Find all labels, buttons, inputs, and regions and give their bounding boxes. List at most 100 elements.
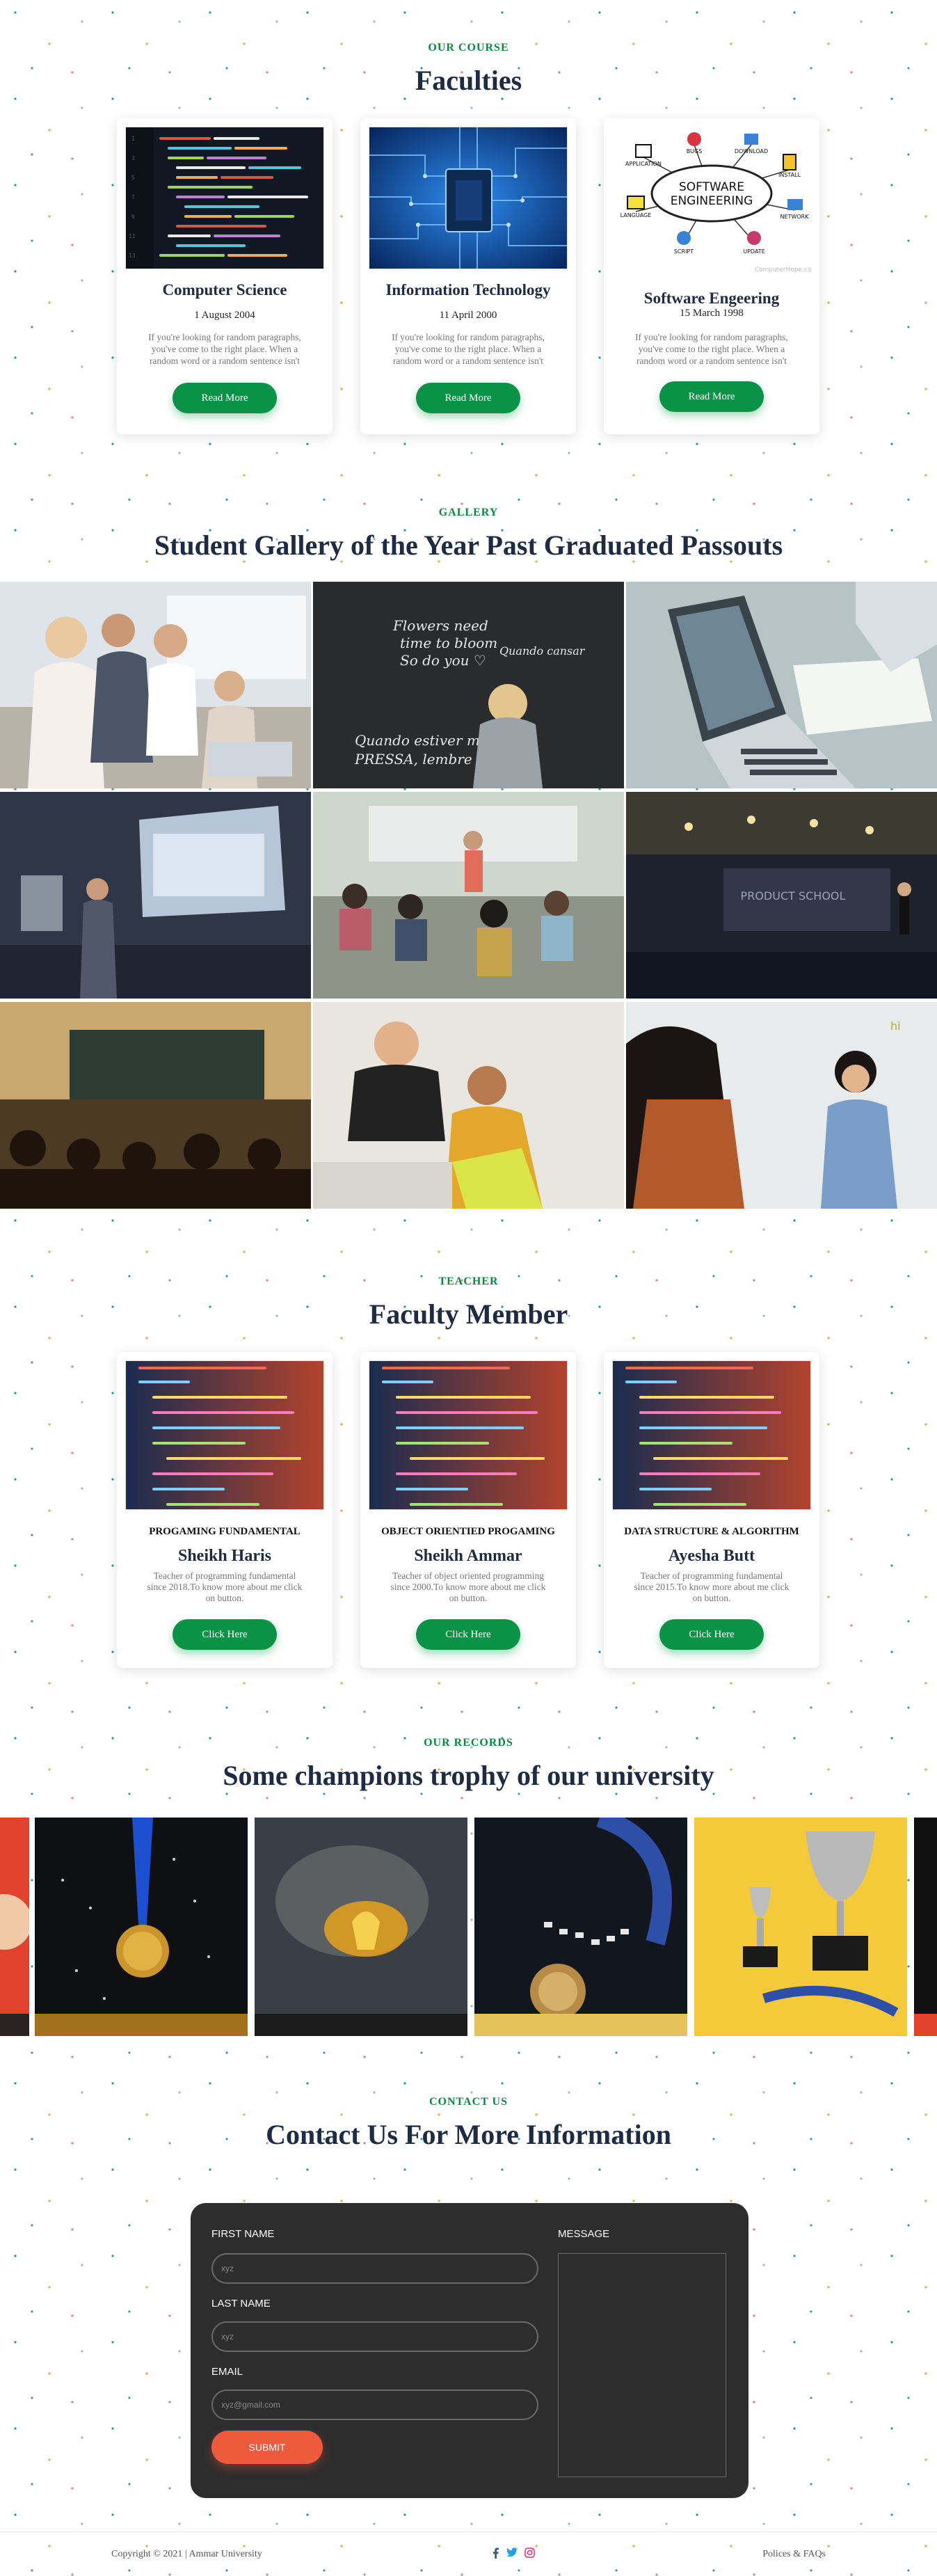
faculty-name: Software Engeering <box>643 289 780 307</box>
records-title: Some champions trophy of our university <box>223 1760 714 1791</box>
code-screen-image <box>369 1360 568 1510</box>
gallery-photo-students-laptop[interactable] <box>313 1002 624 1209</box>
trophy-carousel[interactable] <box>0 1818 937 2036</box>
gallery-photo-stage-event[interactable]: PRODUCT SCHOOL <box>626 792 937 999</box>
teachers-title: Faculty Member <box>369 1298 568 1330</box>
svg-text:3: 3 <box>131 155 135 161</box>
gallery-grid: Flowers need time to bloom So do you ♡ Q… <box>0 582 937 1211</box>
teacher-name: Sheikh Ammar <box>414 1547 522 1565</box>
svg-text:NETWORK: NETWORK <box>780 214 810 220</box>
se-center-line1: SOFTWARE <box>679 180 744 194</box>
gallery-photo-whiteboard[interactable]: hi <box>626 1002 937 1209</box>
facebook-icon[interactable] <box>491 2547 499 2562</box>
faculty-card-software-engineering: SOFTWARE ENGINEERING APPLICATION BUGS DO… <box>604 118 819 434</box>
faculties-title: Faculties <box>415 65 522 96</box>
read-more-button[interactable]: Read More <box>659 381 764 412</box>
click-here-button[interactable]: Click Here <box>416 1619 520 1650</box>
faculty-date: 15 March 1998 <box>680 308 744 319</box>
teacher-card: DATA STRUCTURE & ALGORITHM Ayesha Butt T… <box>604 1352 819 1668</box>
social-links <box>491 2547 535 2562</box>
gallery-photo-classroom[interactable] <box>313 792 624 999</box>
svg-text:LANGUAGE: LANGUAGE <box>620 212 652 218</box>
svg-text:11: 11 <box>129 233 136 239</box>
click-here-button[interactable]: Click Here <box>659 1619 764 1650</box>
message-field[interactable] <box>558 2253 726 2477</box>
teacher-subject: PROGAMING FUNDAMENTAL <box>149 1526 301 1537</box>
last-name-label: LAST NAME <box>211 2298 271 2309</box>
instagram-icon[interactable] <box>524 2547 535 2562</box>
faculty-date: 1 August 2004 <box>194 310 255 321</box>
svg-text:time to bloom: time to bloom <box>400 635 497 651</box>
gallery-photo-lecture-hall[interactable] <box>0 1002 311 1209</box>
teachers-section: TEACHER Faculty Member PROGAMING FUNDAME… <box>0 1275 937 1668</box>
teacher-description: Teacher of object oriented programming s… <box>390 1571 546 1603</box>
svg-text:hi: hi <box>890 1019 901 1033</box>
gallery-photo-team-meeting[interactable] <box>0 582 311 788</box>
records-eyebrow: OUR RECORDS <box>424 1737 513 1749</box>
footer: Copyright © 2021 | Ammar University Poli… <box>0 2531 937 2576</box>
watermark: ComputerHope.com <box>755 267 811 273</box>
faculty-card-information-technology: Information Technology 11 April 2000 If … <box>360 118 576 434</box>
trophy-slide-gold-medal[interactable] <box>35 1818 248 2036</box>
click-here-button[interactable]: Click Here <box>173 1619 277 1650</box>
faculty-date: 11 April 2000 <box>439 310 497 321</box>
faculty-name: Information Technology <box>385 281 551 299</box>
circuit-board-image <box>369 127 568 269</box>
teacher-card: PROGAMING FUNDAMENTAL Sheikh Haris Teach… <box>117 1352 333 1668</box>
faculty-description: If you're looking for random paragraphs,… <box>635 332 788 366</box>
svg-text:UPDATE: UPDATE <box>743 248 765 255</box>
teacher-subject: DATA STRUCTURE & ALGORITHM <box>624 1526 799 1537</box>
software-engineering-diagram: SOFTWARE ENGINEERING APPLICATION BUGS DO… <box>612 124 811 277</box>
twitter-icon[interactable] <box>506 2547 518 2562</box>
contact-title: Contact Us For More Information <box>266 2119 671 2150</box>
se-center-line2: ENGINEERING <box>671 194 753 208</box>
svg-text:DOWNLOAD: DOWNLOAD <box>735 148 768 154</box>
svg-text:APPLICATION: APPLICATION <box>625 161 662 167</box>
svg-text:9: 9 <box>131 214 135 220</box>
teacher-name: Sheikh Haris <box>177 1547 272 1565</box>
stage-sign: PRODUCT SCHOOL <box>741 889 846 903</box>
trophy-slide-gold-cup[interactable] <box>694 1818 907 2036</box>
trophy-slide[interactable] <box>914 1818 937 2036</box>
read-more-button[interactable]: Read More <box>173 383 277 413</box>
code-screen-image: 1 3 5 7 9 11 13 <box>125 127 324 269</box>
contact-eyebrow: CONTACT US <box>429 2096 508 2108</box>
svg-text:BUGS: BUGS <box>687 148 703 154</box>
gallery-section: GALLERY Student Gallery of the Year Past… <box>0 507 937 1209</box>
first-name-label: FIRST NAME <box>211 2228 275 2240</box>
gallery-photo-chalkboard[interactable]: Flowers need time to bloom So do you ♡ Q… <box>313 582 624 788</box>
svg-text:INSTALL: INSTALL <box>778 172 801 178</box>
gallery-photo-presentation[interactable] <box>0 792 311 999</box>
gallery-photo-laptop-notes[interactable] <box>626 582 937 788</box>
contact-form: FIRST NAME LAST NAME EMAIL MESSAGE SUBMI… <box>191 2203 748 2498</box>
faculties-eyebrow: OUR COURSE <box>428 42 509 54</box>
teacher-subject: OBJECT ORIENTIED PROGAMING <box>381 1526 555 1537</box>
svg-text:7: 7 <box>131 194 135 200</box>
teacher-card: OBJECT ORIENTIED PROGAMING Sheikh Ammar … <box>360 1352 576 1668</box>
policies-link[interactable]: Polices & FAQs <box>762 2549 826 2560</box>
svg-text:SCRIPT: SCRIPT <box>674 248 694 255</box>
submit-button[interactable]: SUBMIT <box>211 2431 323 2464</box>
faculty-description: If you're looking for random paragraphs,… <box>392 332 545 366</box>
chalk-text: Quando cansar <box>499 644 586 658</box>
svg-text:5: 5 <box>131 175 135 181</box>
svg-text:Flowers need: Flowers need <box>392 617 488 634</box>
teacher-name: Ayesha Butt <box>668 1547 755 1565</box>
teacher-description: Teacher of programming fundamental since… <box>634 1571 790 1603</box>
svg-text:13: 13 <box>129 253 136 259</box>
trophy-slide[interactable] <box>0 1818 29 2036</box>
faculty-card-computer-science: 1 3 5 7 9 11 13 Computer Science 1 August 2004… <box>117 118 333 434</box>
first-name-field[interactable] <box>211 2253 538 2284</box>
teacher-description: Teacher of programming fundamental since… <box>147 1571 303 1603</box>
records-section: OUR RECORDS Some champions trophy of our… <box>0 1737 937 2036</box>
email-label: EMAIL <box>211 2366 243 2378</box>
read-more-button[interactable]: Read More <box>416 383 520 413</box>
svg-text:So do you ♡: So do you ♡ <box>400 652 486 669</box>
code-screen-image <box>125 1360 324 1510</box>
trophy-slide-medal-ribbon[interactable] <box>474 1818 687 2036</box>
trophy-slide-smoke-trophy[interactable] <box>255 1818 467 2036</box>
gallery-eyebrow: GALLERY <box>438 507 499 518</box>
email-field[interactable] <box>211 2390 538 2420</box>
last-name-field[interactable] <box>211 2321 538 2352</box>
svg-text:PRESSA, lembre: PRESSA, lembre <box>354 751 472 768</box>
